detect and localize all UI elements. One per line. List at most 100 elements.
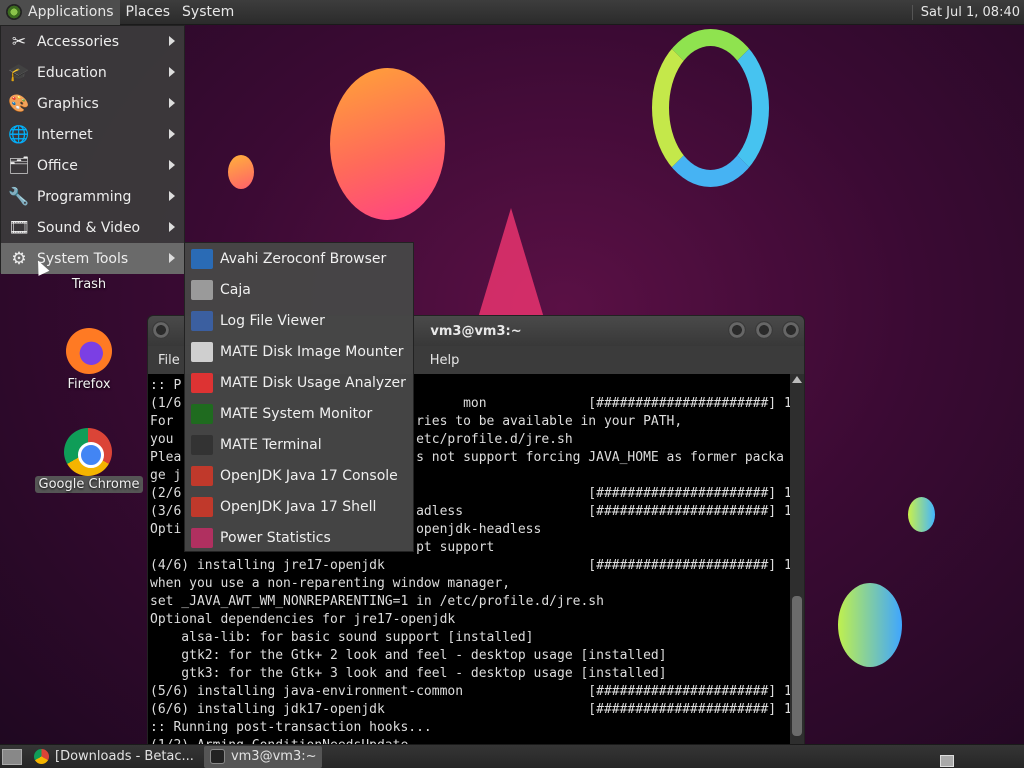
system-tools-item-label: OpenJDK Java 17 Console bbox=[220, 467, 398, 484]
programming-icon: 🔧 bbox=[8, 186, 30, 207]
graphics-icon: 🎨 bbox=[8, 93, 30, 114]
firefox-label[interactable]: Firefox bbox=[55, 377, 123, 392]
system-tools-item-power-stats[interactable]: Power Statistics bbox=[185, 522, 413, 553]
system-tools-submenu: Avahi Zeroconf Browser Caja Log File Viewe… bbox=[184, 242, 414, 552]
wallpaper-green-shape bbox=[838, 583, 902, 667]
disk-usage-icon bbox=[191, 372, 213, 393]
show-desktop-icon[interactable] bbox=[2, 748, 22, 765]
system-tools-item-file-manager[interactable]: Caja bbox=[185, 274, 413, 305]
chevron-right-icon bbox=[169, 98, 175, 108]
applications-menu: ✂ Accessories 🎓 Education 🎨 Graphics 🌐 Internet… bbox=[0, 25, 185, 274]
chevron-right-icon bbox=[169, 222, 175, 232]
avahi-icon bbox=[191, 248, 213, 269]
system-tools-item-label: Power Statistics bbox=[220, 529, 331, 546]
system-tools-item-avahi[interactable]: Avahi Zeroconf Browser bbox=[185, 243, 413, 274]
terminal-line: gtk3: for the Gtk+ 3 look and feel - des… bbox=[150, 666, 667, 681]
terminal-line: when you use a non-reparenting window ma… bbox=[150, 576, 511, 591]
system-tools-item-system-monitor[interactable]: MATE System Monitor bbox=[185, 398, 413, 429]
terminal-icon bbox=[191, 434, 213, 455]
bottom-panel: [Downloads - Betac... vm3@vm3:~ bbox=[0, 744, 1024, 768]
wallpaper-orange-shape bbox=[330, 68, 445, 220]
chrome-icon[interactable] bbox=[64, 428, 112, 476]
log-viewer-icon bbox=[191, 310, 213, 331]
wallpaper-ring-shape bbox=[652, 29, 769, 187]
app-menu-item-label: Accessories bbox=[37, 33, 120, 50]
wallpaper-triangle-shape bbox=[478, 208, 544, 318]
taskbar-item-terminal[interactable]: vm3@vm3:~ bbox=[203, 745, 323, 768]
chevron-right-icon bbox=[169, 253, 175, 263]
terminal-menu-file[interactable]: File bbox=[158, 353, 180, 368]
sound-video-icon: 🎞 bbox=[8, 217, 30, 238]
file-manager-icon bbox=[191, 279, 213, 300]
terminal-menu-help[interactable]: Help bbox=[430, 353, 460, 368]
education-icon: 🎓 bbox=[8, 62, 30, 83]
system-tools-item-log-viewer[interactable]: Log File Viewer bbox=[185, 305, 413, 336]
app-menu-item-label: Sound & Video bbox=[37, 219, 141, 236]
system-tools-item-label: Caja bbox=[220, 281, 251, 298]
system-tools-item-java-console[interactable]: OpenJDK Java 17 Console bbox=[185, 460, 413, 491]
firefox-icon[interactable] bbox=[66, 328, 112, 374]
app-menu-item-gear[interactable]: ⚙ System Tools bbox=[1, 243, 184, 274]
system-monitor-icon bbox=[191, 403, 213, 424]
places-menu-button[interactable]: Places bbox=[120, 0, 177, 25]
chevron-right-icon bbox=[169, 67, 175, 77]
app-menu-item-education[interactable]: 🎓 Education bbox=[1, 57, 184, 88]
maximize-icon[interactable] bbox=[755, 321, 773, 339]
close-icon[interactable] bbox=[782, 321, 800, 339]
applications-menu-button[interactable]: Applications bbox=[0, 0, 120, 25]
app-menu-item-label: Education bbox=[37, 64, 107, 81]
app-menu-item-label: Graphics bbox=[37, 95, 99, 112]
distro-logo-icon bbox=[6, 4, 22, 20]
app-menu-item-graphics[interactable]: 🎨 Graphics bbox=[1, 88, 184, 119]
window-menu-icon[interactable] bbox=[152, 321, 170, 339]
chevron-right-icon bbox=[169, 36, 175, 46]
power-stats-icon bbox=[191, 527, 213, 548]
app-menu-item-office[interactable]: 🗂 Office bbox=[1, 150, 184, 181]
system-tools-item-label: OpenJDK Java 17 Shell bbox=[220, 498, 377, 515]
taskbar-item-browser[interactable]: [Downloads - Betac... bbox=[28, 746, 200, 768]
chevron-right-icon bbox=[169, 191, 175, 201]
minimize-icon[interactable] bbox=[728, 321, 746, 339]
app-menu-item-programming[interactable]: 🔧 Programming bbox=[1, 181, 184, 212]
scroll-up-icon[interactable] bbox=[792, 376, 802, 383]
top-panel: Applications Places System Sat Jul 1, 08… bbox=[0, 0, 1024, 25]
terminal-line: (6/6) installing jdk17-openjdk [########… bbox=[150, 702, 790, 717]
system-tools-item-disk-usage[interactable]: MATE Disk Usage Analyzer bbox=[185, 367, 413, 398]
app-menu-item-internet[interactable]: 🌐 Internet bbox=[1, 119, 184, 150]
wallpaper-small-orange-shape bbox=[228, 155, 254, 189]
java-console-icon bbox=[191, 465, 213, 486]
disk-mounter-icon bbox=[191, 341, 213, 362]
wallpaper-cyan-shape bbox=[908, 497, 935, 532]
applications-menu-label: Applications bbox=[28, 4, 114, 20]
system-tools-item-label: Log File Viewer bbox=[220, 312, 325, 329]
terminal-line: (4/6) installing jre17-openjdk [########… bbox=[150, 558, 790, 573]
java-shell-icon bbox=[191, 496, 213, 517]
system-menu-button[interactable]: System bbox=[176, 0, 240, 25]
app-menu-item-label: Internet bbox=[37, 126, 93, 143]
app-menu-item-label: Programming bbox=[37, 188, 132, 205]
chrome-task-icon bbox=[34, 749, 49, 764]
terminal-scrollbar[interactable] bbox=[790, 374, 804, 746]
system-tools-item-java-shell[interactable]: OpenJDK Java 17 Shell bbox=[185, 491, 413, 522]
system-tools-item-terminal[interactable]: MATE Terminal bbox=[185, 429, 413, 460]
chrome-label[interactable]: Google Chrome bbox=[34, 476, 144, 493]
gear-icon: ⚙ bbox=[11, 248, 27, 269]
terminal-title: vm3@vm3:~ bbox=[430, 323, 522, 339]
system-tools-item-disk-mounter[interactable]: MATE Disk Image Mounter bbox=[185, 336, 413, 367]
terminal-task-icon bbox=[209, 749, 225, 764]
internet-icon: 🌐 bbox=[8, 124, 30, 145]
workspace-switcher[interactable] bbox=[940, 755, 954, 767]
app-menu-item-accessories[interactable]: ✂ Accessories bbox=[1, 26, 184, 57]
clock[interactable]: Sat Jul 1, 08:40 bbox=[911, 4, 1020, 20]
system-tools-item-label: MATE System Monitor bbox=[220, 405, 373, 422]
taskbar-item-terminal-label: vm3@vm3:~ bbox=[230, 749, 317, 764]
app-menu-item-sound-video[interactable]: 🎞 Sound & Video bbox=[1, 212, 184, 243]
scrollbar-thumb[interactable] bbox=[792, 596, 802, 736]
trash-label[interactable]: Trash bbox=[62, 277, 116, 292]
accessories-icon: ✂ bbox=[11, 31, 27, 52]
system-tools-item-label: Avahi Zeroconf Browser bbox=[220, 250, 387, 267]
terminal-line: (5/6) installing java-environment-common… bbox=[150, 684, 790, 699]
terminal-line: :: Running post-transaction hooks... bbox=[150, 720, 432, 735]
app-menu-item-label: Office bbox=[37, 157, 78, 174]
terminal-line: set _JAVA_AWT_WM_NONREPARENTING=1 in /et… bbox=[150, 594, 604, 609]
